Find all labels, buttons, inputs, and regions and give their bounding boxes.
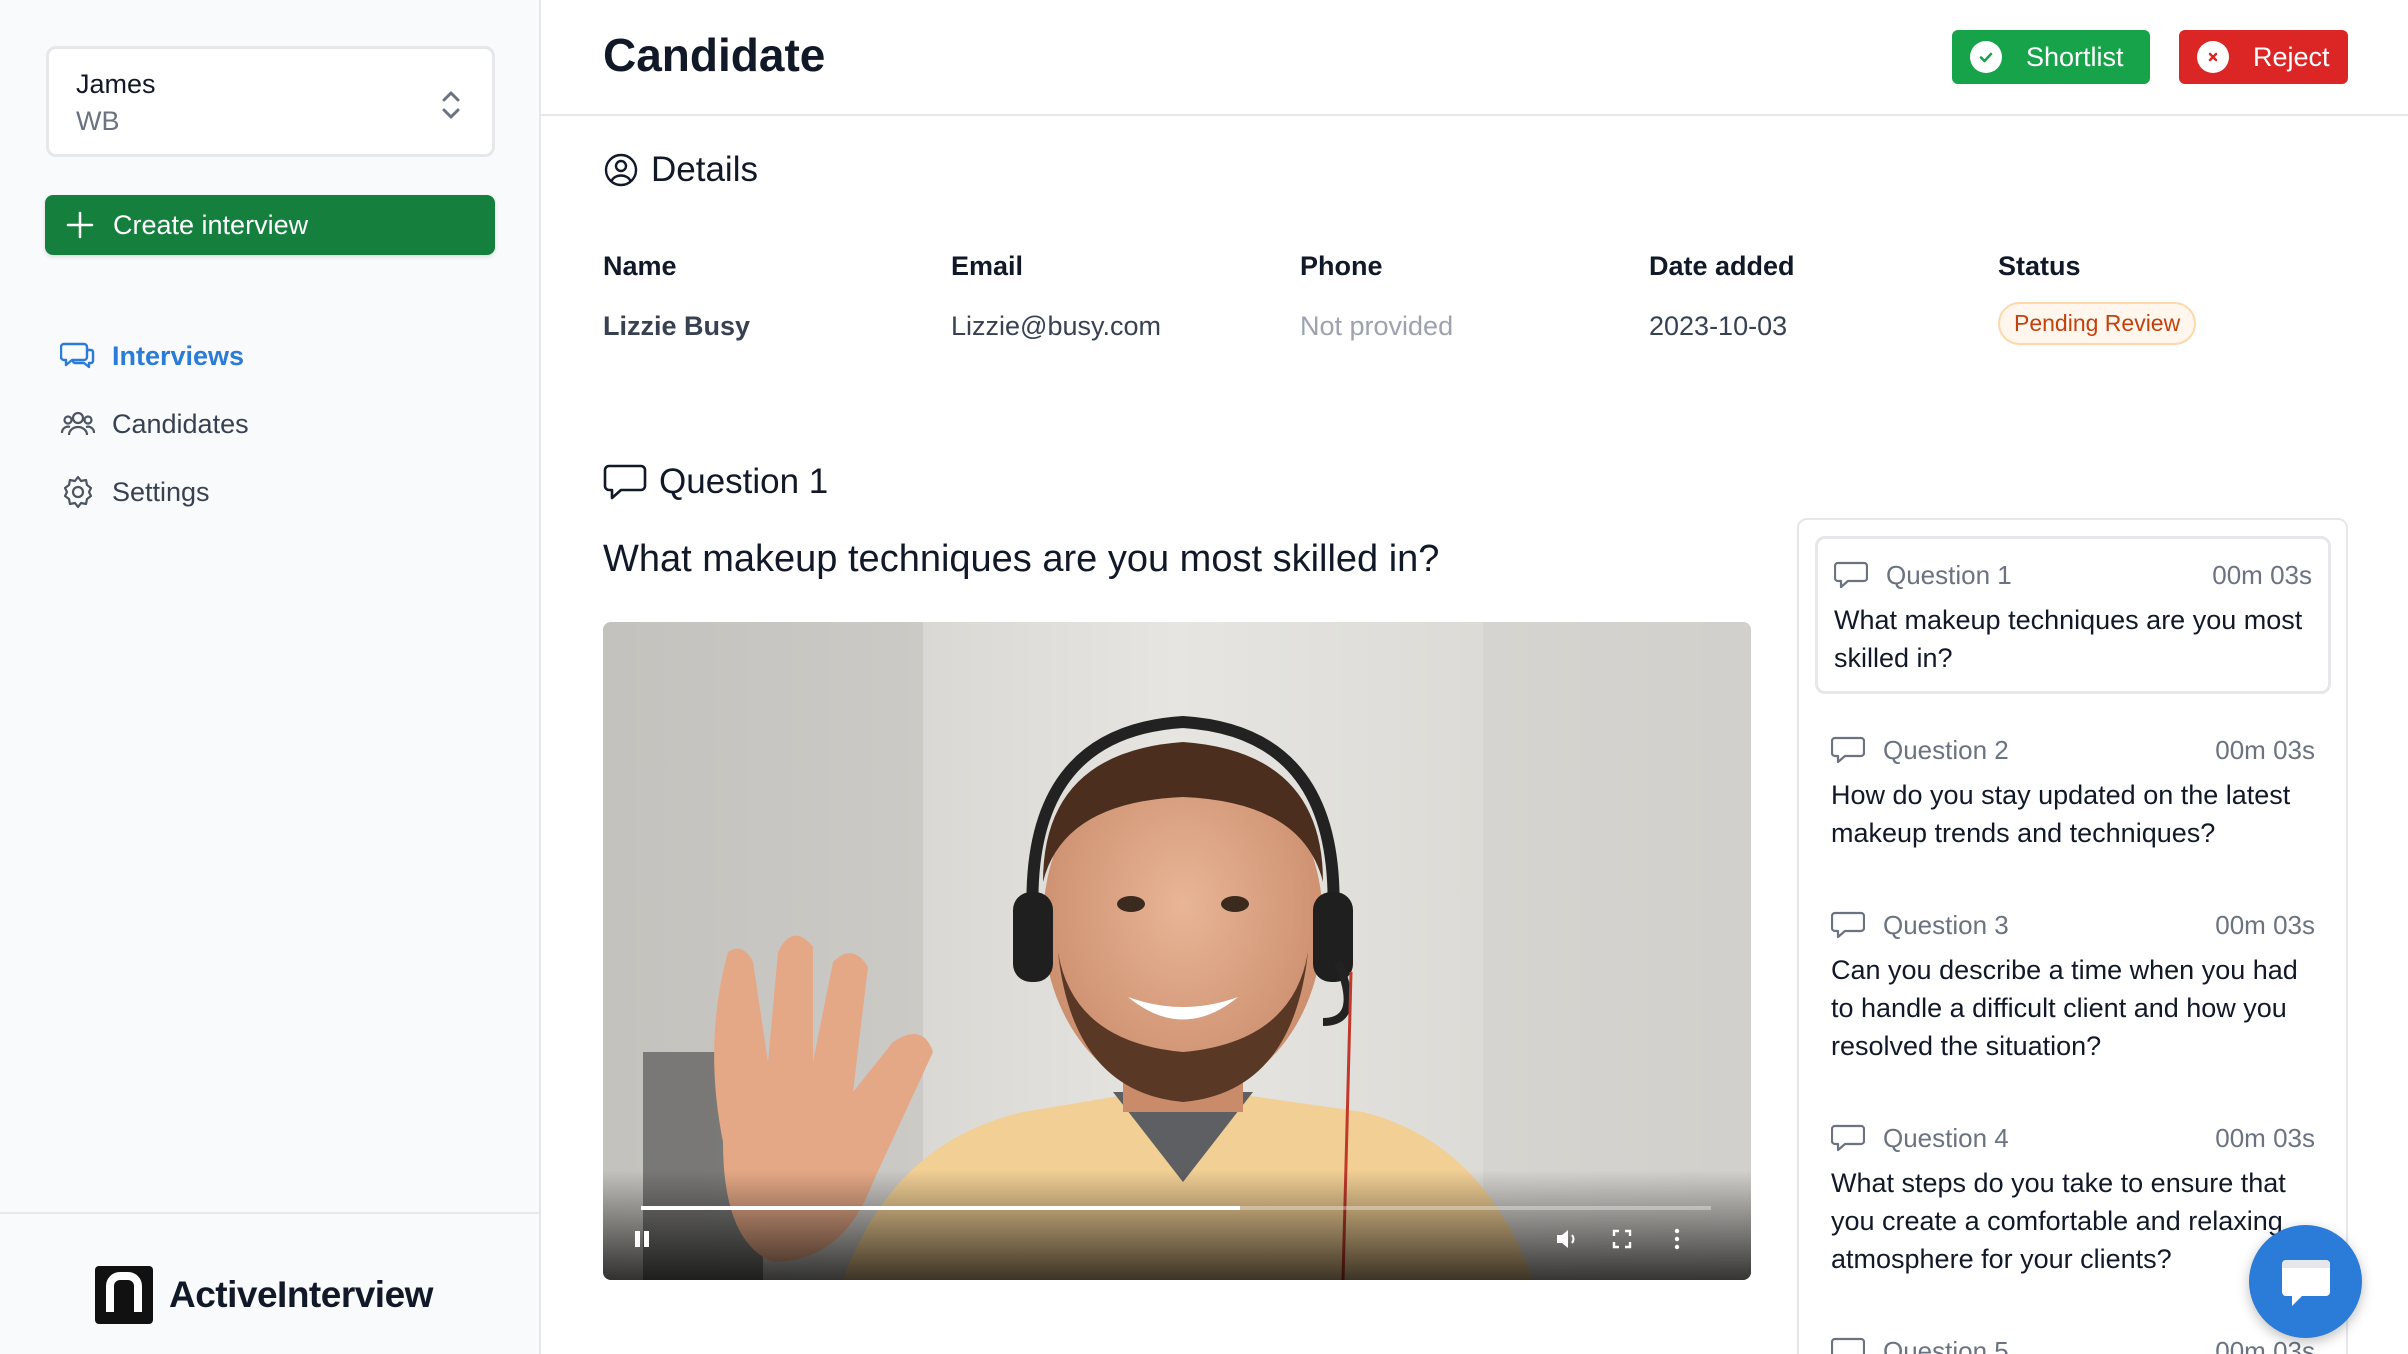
gear-icon	[63, 475, 93, 509]
users-icon	[60, 411, 96, 436]
brand-name: ActiveInterview	[169, 1274, 433, 1315]
question-label: Question 1	[1886, 559, 2012, 590]
question-list-item[interactable]: Question 5 00m 03s	[1815, 1315, 2331, 1354]
sidebar-item-label: Interviews	[112, 340, 245, 371]
chat-bubble-icon	[603, 464, 647, 500]
chat-bubble-icon	[1831, 1337, 1865, 1354]
question-label: Question 2	[1883, 734, 2009, 765]
chat-bubble-icon	[1831, 1124, 1865, 1152]
question-list: Question 1 00m 03s What makeup technique…	[1797, 518, 2348, 1354]
sidebar-item-settings[interactable]: Settings	[60, 458, 249, 526]
question-duration: 00m 03s	[2215, 734, 2315, 765]
sidebar-item-interviews[interactable]: Interviews	[60, 322, 249, 390]
create-interview-button[interactable]: Create interview	[45, 195, 495, 255]
question-body: How do you stay updated on the latest ma…	[1831, 780, 2291, 848]
x-circle-icon	[2197, 41, 2229, 73]
chat-icon	[2281, 1259, 2330, 1306]
details-heading: Details	[603, 150, 758, 190]
detail-name: Name Lizzie Busy	[603, 248, 750, 344]
question-list-item[interactable]: Question 3 00m 03s Can you describe a ti…	[1815, 889, 2331, 1083]
video-controls	[603, 1170, 1751, 1280]
chevron-up-down-icon	[442, 91, 460, 119]
question-duration: 00m 03s	[2215, 1122, 2315, 1153]
volume-icon[interactable]	[1550, 1222, 1584, 1256]
candidate-email: Lizzie@busy.com	[951, 311, 1161, 341]
sidebar: James WB Create interview Interviews Can…	[0, 0, 541, 1354]
question-body: Can you describe a time when you had to …	[1831, 955, 2298, 1061]
question-duration: 00m 03s	[2212, 559, 2312, 590]
detail-label: Email	[951, 251, 1024, 281]
sidebar-item-candidates[interactable]: Candidates	[60, 390, 249, 458]
detail-label: Status	[1998, 251, 2081, 281]
account-switcher[interactable]: James WB	[46, 46, 495, 157]
page-title: Candidate	[603, 29, 826, 81]
page-header: Candidate Shortlist Reject	[541, 0, 2408, 116]
question-label: Question 5	[1883, 1335, 2009, 1354]
shortlist-label: Shortlist	[2026, 41, 2124, 72]
user-circle-icon	[604, 153, 638, 187]
question-label: Question 3	[1883, 909, 2009, 940]
question-list-item[interactable]: Question 1 00m 03s What makeup technique…	[1815, 536, 2331, 694]
fullscreen-icon[interactable]	[1605, 1222, 1639, 1256]
app-root: James WB Create interview Interviews Can…	[0, 0, 2408, 1354]
detail-email: Email Lizzie@busy.com	[951, 248, 1161, 344]
video-player[interactable]	[603, 622, 1751, 1280]
check-circle-icon	[1970, 41, 2002, 73]
detail-label: Phone	[1300, 251, 1383, 281]
question-heading-label: Question 1	[659, 462, 829, 501]
account-org: WB	[76, 106, 120, 136]
question-body: What makeup techniques are you most skil…	[1834, 605, 2303, 673]
question-duration: 00m 03s	[2215, 1335, 2315, 1354]
candidate-date-added: 2023-10-03	[1649, 311, 1788, 341]
video-progress-fill	[641, 1206, 1241, 1210]
question-list-item[interactable]: Question 2 00m 03s How do you stay updat…	[1815, 714, 2331, 870]
detail-phone: Phone Not provided	[1300, 248, 1453, 344]
brand[interactable]: ActiveInterview	[95, 1266, 433, 1324]
activeinterview-logo-icon	[95, 1266, 153, 1324]
reject-button[interactable]: Reject	[2179, 30, 2348, 84]
chat-bubble-icon	[1831, 911, 1865, 939]
detail-label: Date added	[1649, 251, 1795, 281]
question-heading: Question 1	[603, 462, 828, 502]
detail-status: Status Pending Review	[1998, 248, 2197, 345]
chat-bubble-icon	[1834, 561, 1868, 589]
chat-bubble-icon	[1831, 736, 1865, 764]
reject-label: Reject	[2253, 41, 2330, 72]
candidate-phone: Not provided	[1300, 311, 1454, 341]
sidebar-item-label: Settings	[112, 476, 210, 507]
brand-footer: ActiveInterview	[0, 1212, 539, 1354]
status-badge: Pending Review	[1998, 302, 2197, 345]
shortlist-button[interactable]: Shortlist	[1952, 30, 2150, 84]
detail-label: Name	[603, 251, 677, 281]
question-body: What steps do you take to ensure that yo…	[1831, 1168, 2286, 1274]
question-duration: 00m 03s	[2215, 909, 2315, 940]
details-title: Details	[651, 150, 758, 189]
plus-icon	[66, 211, 94, 239]
support-chat-button[interactable]	[2249, 1225, 2362, 1338]
account-name: James	[76, 69, 156, 99]
video-progress-bar[interactable]	[641, 1206, 1711, 1210]
question-text: What makeup techniques are you most skil…	[603, 538, 1440, 580]
sidebar-item-label: Candidates	[112, 408, 249, 439]
detail-date-added: Date added 2023-10-03	[1649, 248, 1795, 344]
pause-icon[interactable]	[625, 1222, 659, 1256]
sidebar-nav: Interviews Candidates Settings	[60, 322, 249, 526]
question-label: Question 4	[1883, 1122, 2009, 1153]
more-options-icon[interactable]	[1660, 1222, 1694, 1256]
candidate-name: Lizzie Busy	[603, 311, 751, 341]
create-interview-label: Create interview	[113, 209, 309, 240]
chat-bubbles-icon	[60, 342, 95, 369]
